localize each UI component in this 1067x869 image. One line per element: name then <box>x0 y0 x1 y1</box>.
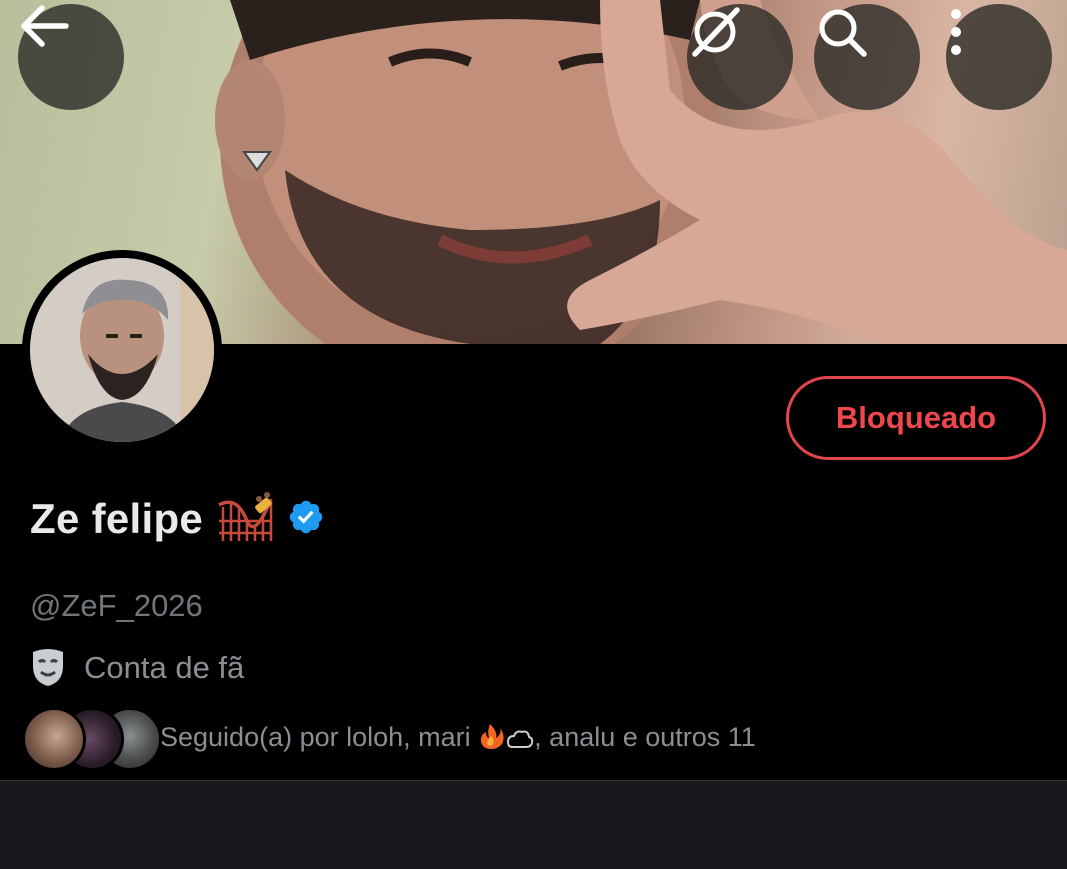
followed-by-suffix: , analu e outros 11 <box>534 721 756 752</box>
roller-coaster-emoji <box>217 491 273 548</box>
follower-avatar <box>22 707 86 771</box>
fire-cloud-emoji <box>478 722 534 757</box>
more-options-button[interactable] <box>946 4 1052 110</box>
back-button[interactable] <box>18 4 124 110</box>
display-name: Ze felipe <box>30 495 204 542</box>
avatar-image <box>30 258 214 442</box>
followed-by-text: Seguido(a) por loloh, mari , analu e out… <box>160 722 756 757</box>
avatar[interactable] <box>22 250 222 450</box>
more-vertical-icon <box>951 9 961 55</box>
account-label: Conta de fã <box>84 650 245 685</box>
profile-tabs-area <box>0 780 1067 869</box>
blocked-button[interactable]: Bloqueado <box>786 376 1046 460</box>
followed-by-prefix: Seguido(a) por loloh, mari <box>160 721 479 752</box>
profile-handle: @ZeF_2026 <box>30 588 203 623</box>
grok-button[interactable] <box>687 4 793 110</box>
verified-badge-icon[interactable] <box>287 498 325 541</box>
grok-slash-circle-icon <box>692 7 740 57</box>
search-icon <box>819 9 867 57</box>
account-label-row: Conta de fã <box>30 648 244 688</box>
performing-arts-mask-icon <box>33 649 63 686</box>
profile-name-row: Ze felipe <box>30 490 325 548</box>
followed-by-row[interactable]: Seguido(a) por loloh, mari , analu e out… <box>22 704 756 774</box>
followers-you-know-avatars <box>22 707 162 771</box>
search-button[interactable] <box>814 4 920 110</box>
arrow-left-icon <box>21 5 69 47</box>
